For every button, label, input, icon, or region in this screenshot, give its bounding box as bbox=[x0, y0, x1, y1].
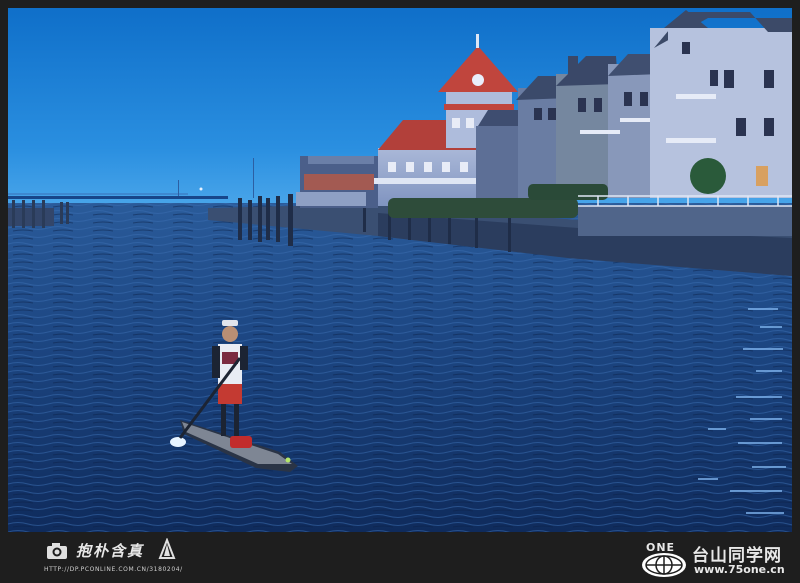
site-url[interactable]: www.75one.cn bbox=[694, 563, 785, 576]
camera-icon bbox=[47, 543, 67, 559]
globe-logo-icon bbox=[642, 553, 686, 577]
photo-frame: 抱朴含真 HTTP://DP.PCONLINE.COM.CN/3180204/ … bbox=[0, 0, 800, 583]
photographer-signature: 抱朴含真 bbox=[76, 542, 145, 560]
photograph bbox=[8, 8, 792, 532]
photographer-url[interactable]: HTTP://DP.PCONLINE.COM.CN/3180204/ bbox=[44, 566, 183, 573]
sail-logo-icon bbox=[158, 538, 176, 559]
waterfront-restaurant bbox=[296, 156, 378, 208]
